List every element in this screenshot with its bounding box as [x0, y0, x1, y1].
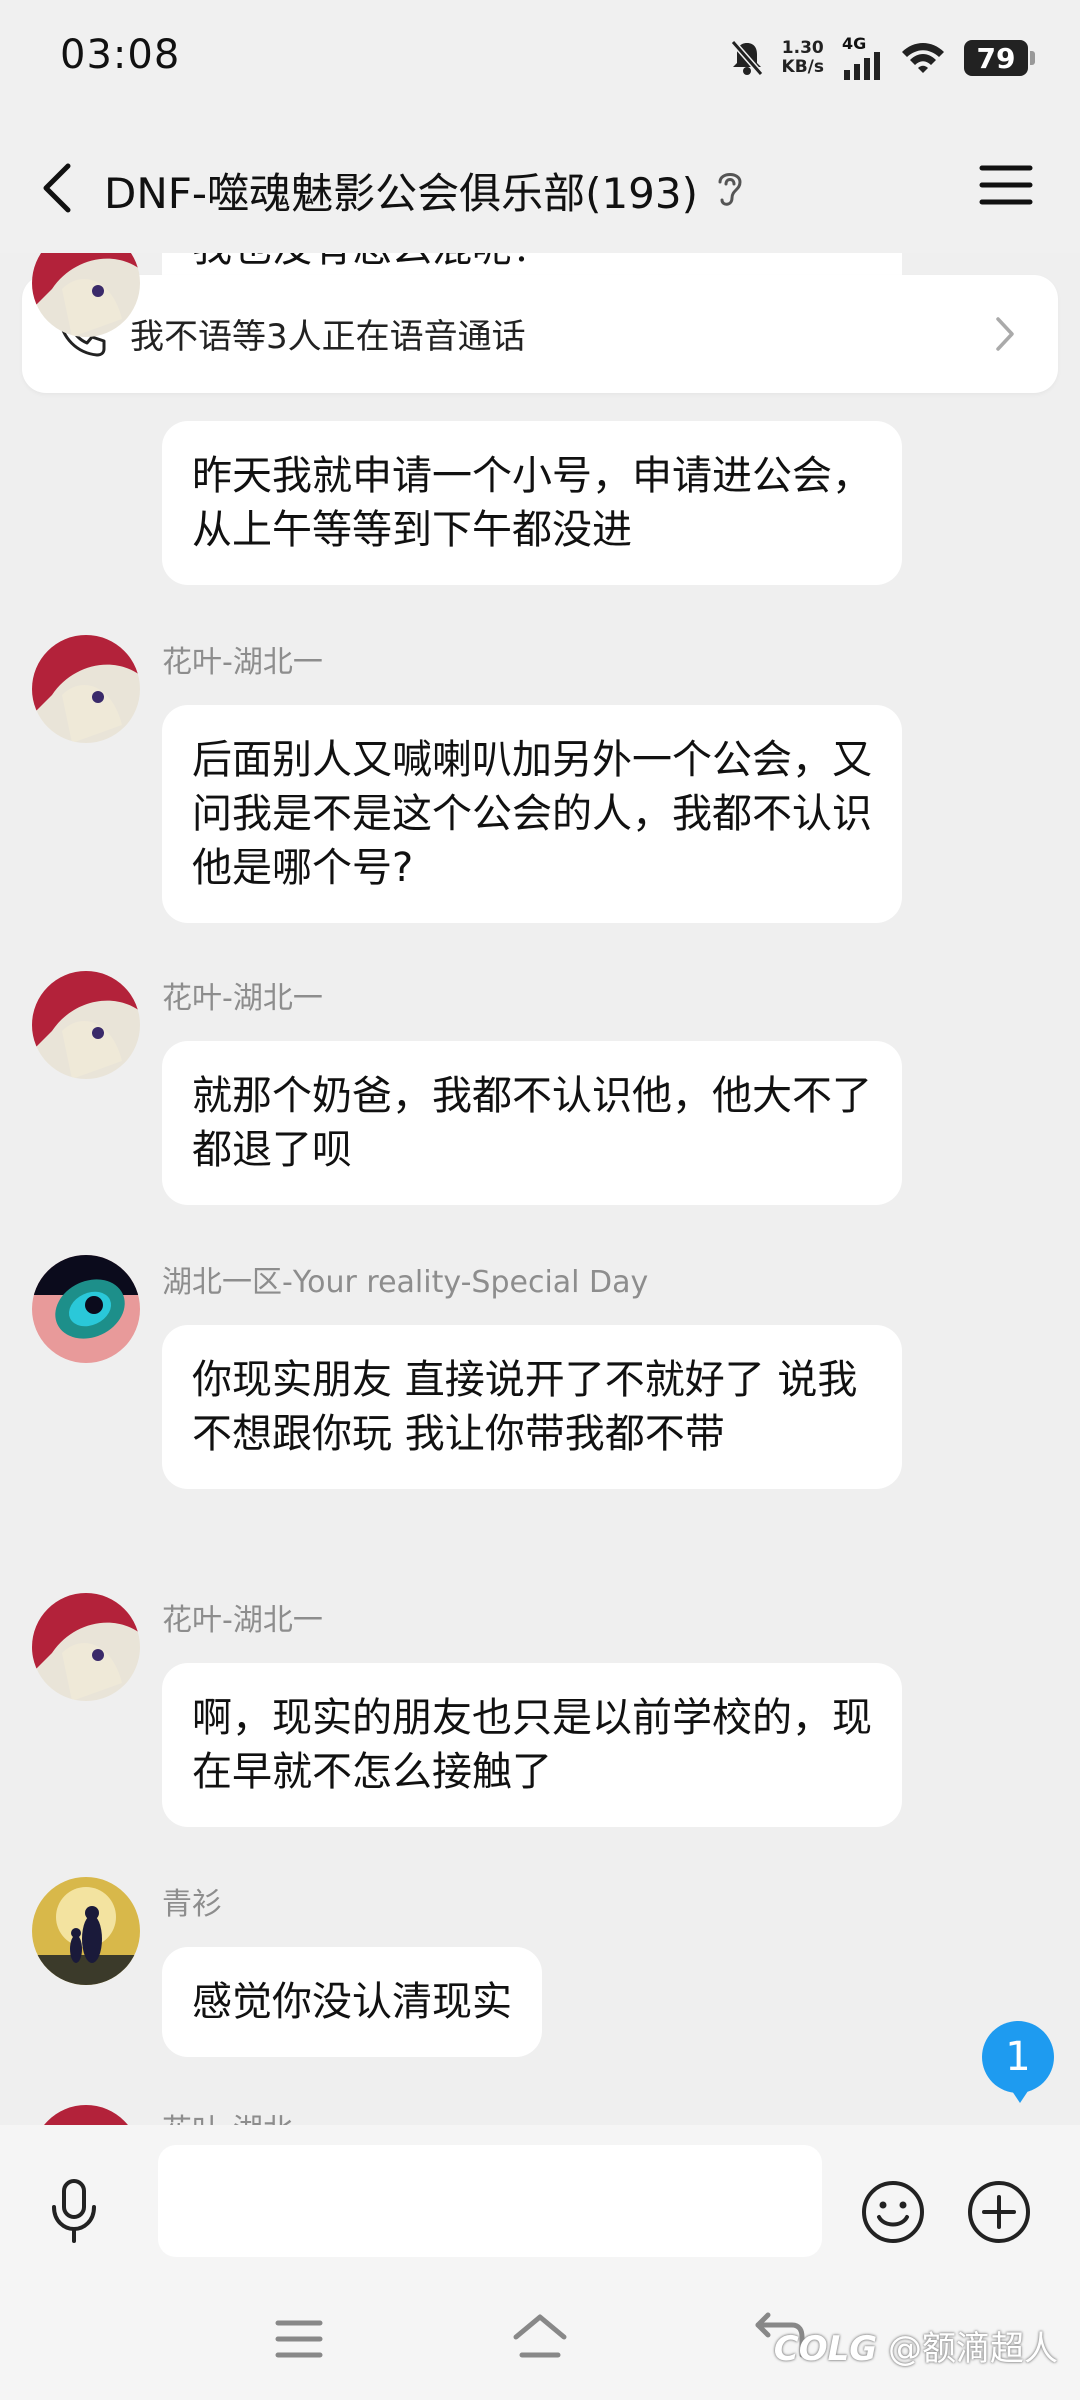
- watermark-brand: COLG: [773, 2329, 878, 2369]
- message-text: 我也没有怎么混呢？: [192, 253, 552, 271]
- message-bubble[interactable]: 后面别人又喊喇叭加另外一个公会，又问我是不是这个公会的人，我都不认识他是哪个号?: [162, 705, 902, 923]
- message-bubble[interactable]: 昨天我就申请一个小号，申请进公会，从上午等等到下午都没进: [162, 421, 902, 585]
- chevron-right-icon: [996, 317, 1014, 351]
- system-nav-bar: COLG @额滴超人: [0, 2285, 1080, 2400]
- menu-icon[interactable]: [978, 160, 1034, 210]
- ear-icon[interactable]: [712, 166, 748, 212]
- bell-off-icon: [730, 40, 763, 76]
- unread-badge[interactable]: 1: [982, 2021, 1054, 2103]
- status-bar: 03:08 1.30 KB/s 4G 79: [0, 0, 1080, 118]
- avatar[interactable]: [32, 971, 140, 1079]
- message-text: 你现实朋友 直接说开了不就好了 说我不想跟你玩 我让你带我都不带: [192, 1357, 858, 1457]
- avatar[interactable]: [32, 1255, 140, 1363]
- chat-header: DNF-噬魂魅影公会俱乐部(193): [0, 118, 1080, 253]
- chat-area[interactable]: 我也没有怎么混呢？ 我不语等3人正在语音通话 昨天我就申请一个小号，申请进公会，…: [0, 253, 1080, 2125]
- voice-call-banner[interactable]: 我不语等3人正在语音通话: [22, 275, 1058, 393]
- avatar[interactable]: [32, 1877, 140, 1985]
- sender-name: 花叶-湖北一: [162, 2105, 323, 2125]
- message-text: 就那个奶爸，我都不认识他，他大不了都退了呗: [192, 1073, 872, 1173]
- emoji-icon[interactable]: [860, 2179, 926, 2245]
- sender-name: 花叶-湖北一: [162, 1603, 323, 1638]
- status-time: 03:08: [60, 32, 181, 78]
- chat-title[interactable]: DNF-噬魂魅影公会俱乐部(193): [104, 160, 698, 221]
- battery-icon: 79: [964, 40, 1035, 76]
- voice-call-text: 我不语等3人正在语音通话: [130, 317, 526, 357]
- watermark-text: @额滴超人: [888, 2329, 1058, 2369]
- message-text: 昨天我就申请一个小号，申请进公会，从上午等等到下午都没进: [192, 453, 872, 553]
- input-bar: [0, 2125, 1080, 2285]
- back-icon[interactable]: [34, 158, 84, 218]
- net-speed-unit: KB/s: [781, 57, 824, 77]
- sender-name: 花叶-湖北一: [162, 645, 323, 680]
- message-input[interactable]: [158, 2145, 822, 2257]
- signal-icon: [844, 52, 880, 80]
- message-text: 感觉你没认清现实: [192, 1979, 512, 2025]
- message-bubble[interactable]: 啊，现实的朋友也只是以前学校的，现在早就不怎么接触了: [162, 1663, 902, 1827]
- home-icon[interactable]: [510, 2311, 570, 2363]
- sender-name: 花叶-湖北一: [162, 981, 323, 1016]
- avatar[interactable]: [32, 635, 140, 743]
- message-bubble[interactable]: 感觉你没认清现实: [162, 1947, 542, 2057]
- cellular: 4G: [842, 36, 882, 80]
- message-text: 后面别人又喊喇叭加另外一个公会，又问我是不是这个公会的人，我都不认识他是哪个号?: [192, 737, 872, 891]
- avatar[interactable]: [32, 2105, 140, 2125]
- network-type: 4G: [842, 34, 867, 53]
- mic-icon[interactable]: [46, 2177, 102, 2247]
- wifi-icon: [902, 43, 944, 73]
- sender-name: 湖北一区-Your reality-Special Day: [162, 1265, 649, 1300]
- recent-apps-icon[interactable]: [274, 2317, 324, 2361]
- sender-name: 青衫: [162, 1887, 222, 1922]
- message-bubble[interactable]: 就那个奶爸，我都不认识他，他大不了都退了呗: [162, 1041, 902, 1205]
- status-indicators: 1.30 KB/s 4G 79: [730, 30, 1035, 86]
- net-speed: 1.30 KB/s: [782, 39, 824, 77]
- watermark: COLG @额滴超人: [774, 2321, 1058, 2370]
- avatar[interactable]: [32, 1593, 140, 1701]
- message-bubble[interactable]: 你现实朋友 直接说开了不就好了 说我不想跟你玩 我让你带我都不带: [162, 1325, 902, 1489]
- message-text: 啊，现实的朋友也只是以前学校的，现在早就不怎么接触了: [192, 1695, 872, 1795]
- net-speed-value: 1.30: [781, 38, 824, 58]
- plus-icon[interactable]: [966, 2179, 1032, 2245]
